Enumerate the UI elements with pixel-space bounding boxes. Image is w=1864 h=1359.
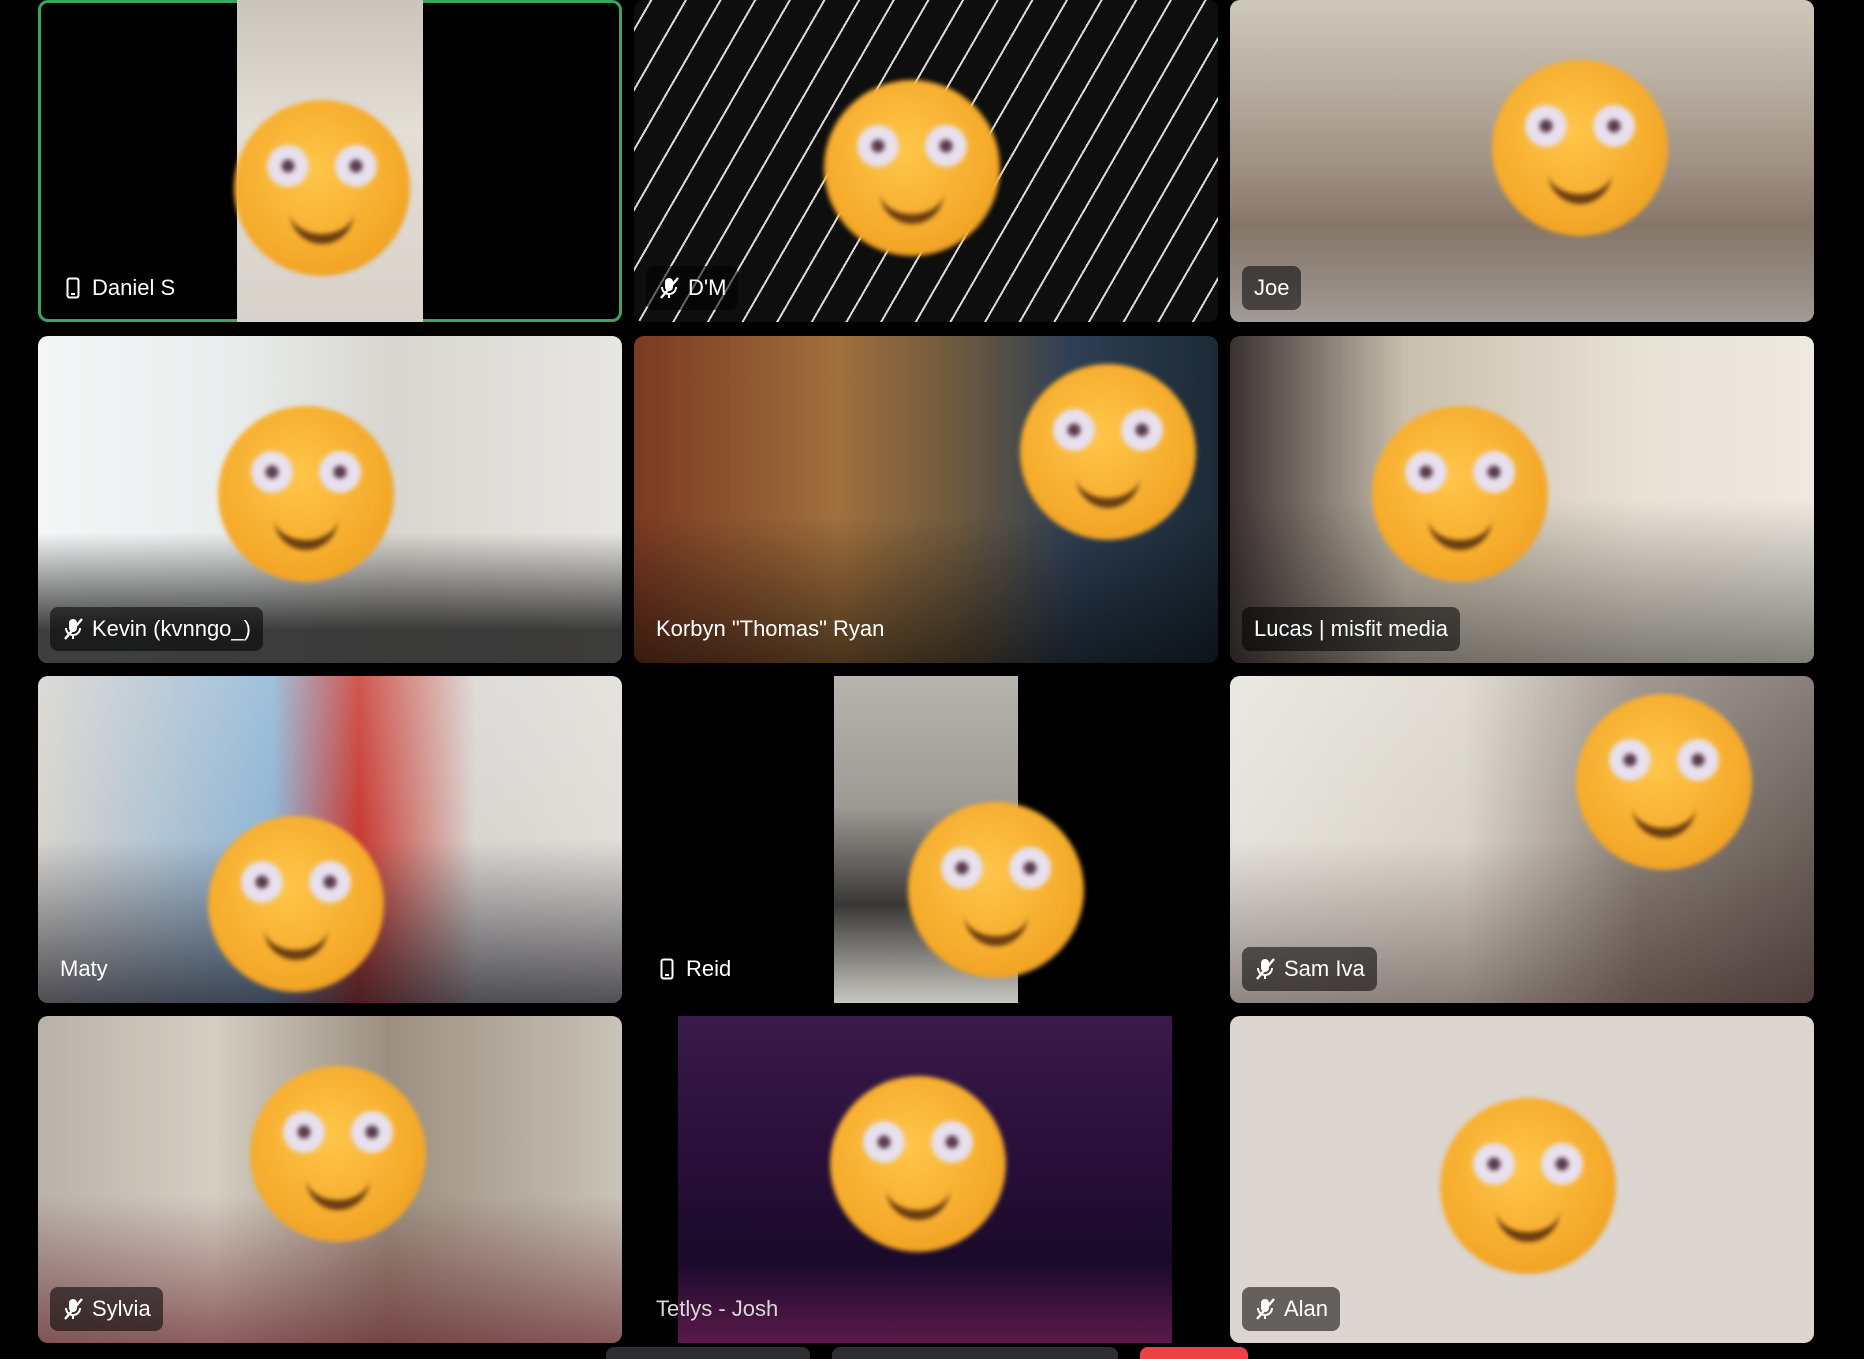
participant-name-label: Tetlys - Josh: [644, 1287, 790, 1331]
participant-name-label: Sam Iva: [1242, 947, 1377, 991]
participant-name: Daniel S: [92, 275, 176, 300]
muted-microphone-icon: [62, 617, 84, 641]
video-grid: Daniel S D'M Joe Kevin (kvnngo_) Korbyn …: [38, 0, 1814, 1356]
mobile-phone-icon: [656, 957, 678, 981]
participant-name-label: Daniel S: [50, 266, 188, 310]
camera-toggle-button[interactable]: [606, 1347, 810, 1359]
screen-share-button[interactable]: [832, 1347, 1118, 1359]
participant-name: Joe: [1254, 275, 1290, 300]
participant-name-label: Reid: [644, 947, 743, 991]
participant-name-label: Maty: [48, 947, 120, 991]
participant-tile[interactable]: Tetlys - Josh: [634, 1016, 1218, 1343]
participant-name: Reid: [686, 956, 732, 981]
participant-tile[interactable]: Maty: [38, 676, 622, 1003]
participant-name: Maty: [60, 956, 108, 981]
face-blur-emoji: [830, 1076, 1006, 1252]
muted-microphone-icon: [658, 276, 680, 300]
face-blur-emoji: [250, 1066, 426, 1242]
participant-name-label: Kevin (kvnngo_): [50, 607, 263, 651]
participant-name: Tetlys - Josh: [656, 1296, 779, 1321]
muted-microphone-icon: [1254, 957, 1276, 981]
participant-tile[interactable]: Sam Iva: [1230, 676, 1814, 1003]
participant-name: Lucas | misfit media: [1254, 616, 1449, 641]
face-blur-emoji: [1372, 406, 1548, 582]
participant-name-label: Lucas | misfit media: [1242, 607, 1461, 651]
face-blur-emoji: [208, 816, 384, 992]
mobile-phone-icon: [62, 276, 84, 300]
muted-microphone-icon: [1254, 1297, 1276, 1321]
participant-name-label: Sylvia: [50, 1287, 163, 1331]
participant-tile[interactable]: Daniel S: [38, 0, 622, 322]
face-blur-emoji: [908, 802, 1084, 978]
participant-name: Sam Iva: [1284, 956, 1365, 981]
participant-name: Korbyn "Thomas" Ryan: [656, 616, 885, 641]
participant-tile[interactable]: Joe: [1230, 0, 1814, 322]
face-blur-emoji: [1576, 694, 1752, 870]
face-blur-emoji: [218, 406, 394, 582]
participant-tile[interactable]: Korbyn "Thomas" Ryan: [634, 336, 1218, 663]
face-blur-emoji: [824, 80, 1000, 256]
face-blur-emoji: [1020, 364, 1196, 540]
participant-tile[interactable]: Alan: [1230, 1016, 1814, 1343]
participant-name-label: Alan: [1242, 1287, 1341, 1331]
muted-microphone-icon: [62, 1297, 84, 1321]
participant-name: Sylvia: [92, 1296, 151, 1321]
participant-name-label: Korbyn "Thomas" Ryan: [644, 607, 896, 651]
leave-call-button[interactable]: [1140, 1347, 1248, 1359]
participant-tile[interactable]: Reid: [634, 676, 1218, 1003]
participant-name: D'M: [688, 275, 727, 300]
participant-name: Alan: [1284, 1296, 1329, 1321]
participant-tile[interactable]: Sylvia: [38, 1016, 622, 1343]
participant-tile[interactable]: Kevin (kvnngo_): [38, 336, 622, 663]
participant-name: Kevin (kvnngo_): [92, 616, 251, 641]
face-blur-emoji: [1492, 60, 1668, 236]
participant-name-label: D'M: [646, 266, 739, 310]
participant-name-label: Joe: [1242, 266, 1302, 310]
face-blur-emoji: [1440, 1098, 1616, 1274]
face-blur-emoji: [234, 100, 410, 276]
participant-tile[interactable]: Lucas | misfit media: [1230, 336, 1814, 663]
participant-tile[interactable]: D'M: [634, 0, 1218, 322]
